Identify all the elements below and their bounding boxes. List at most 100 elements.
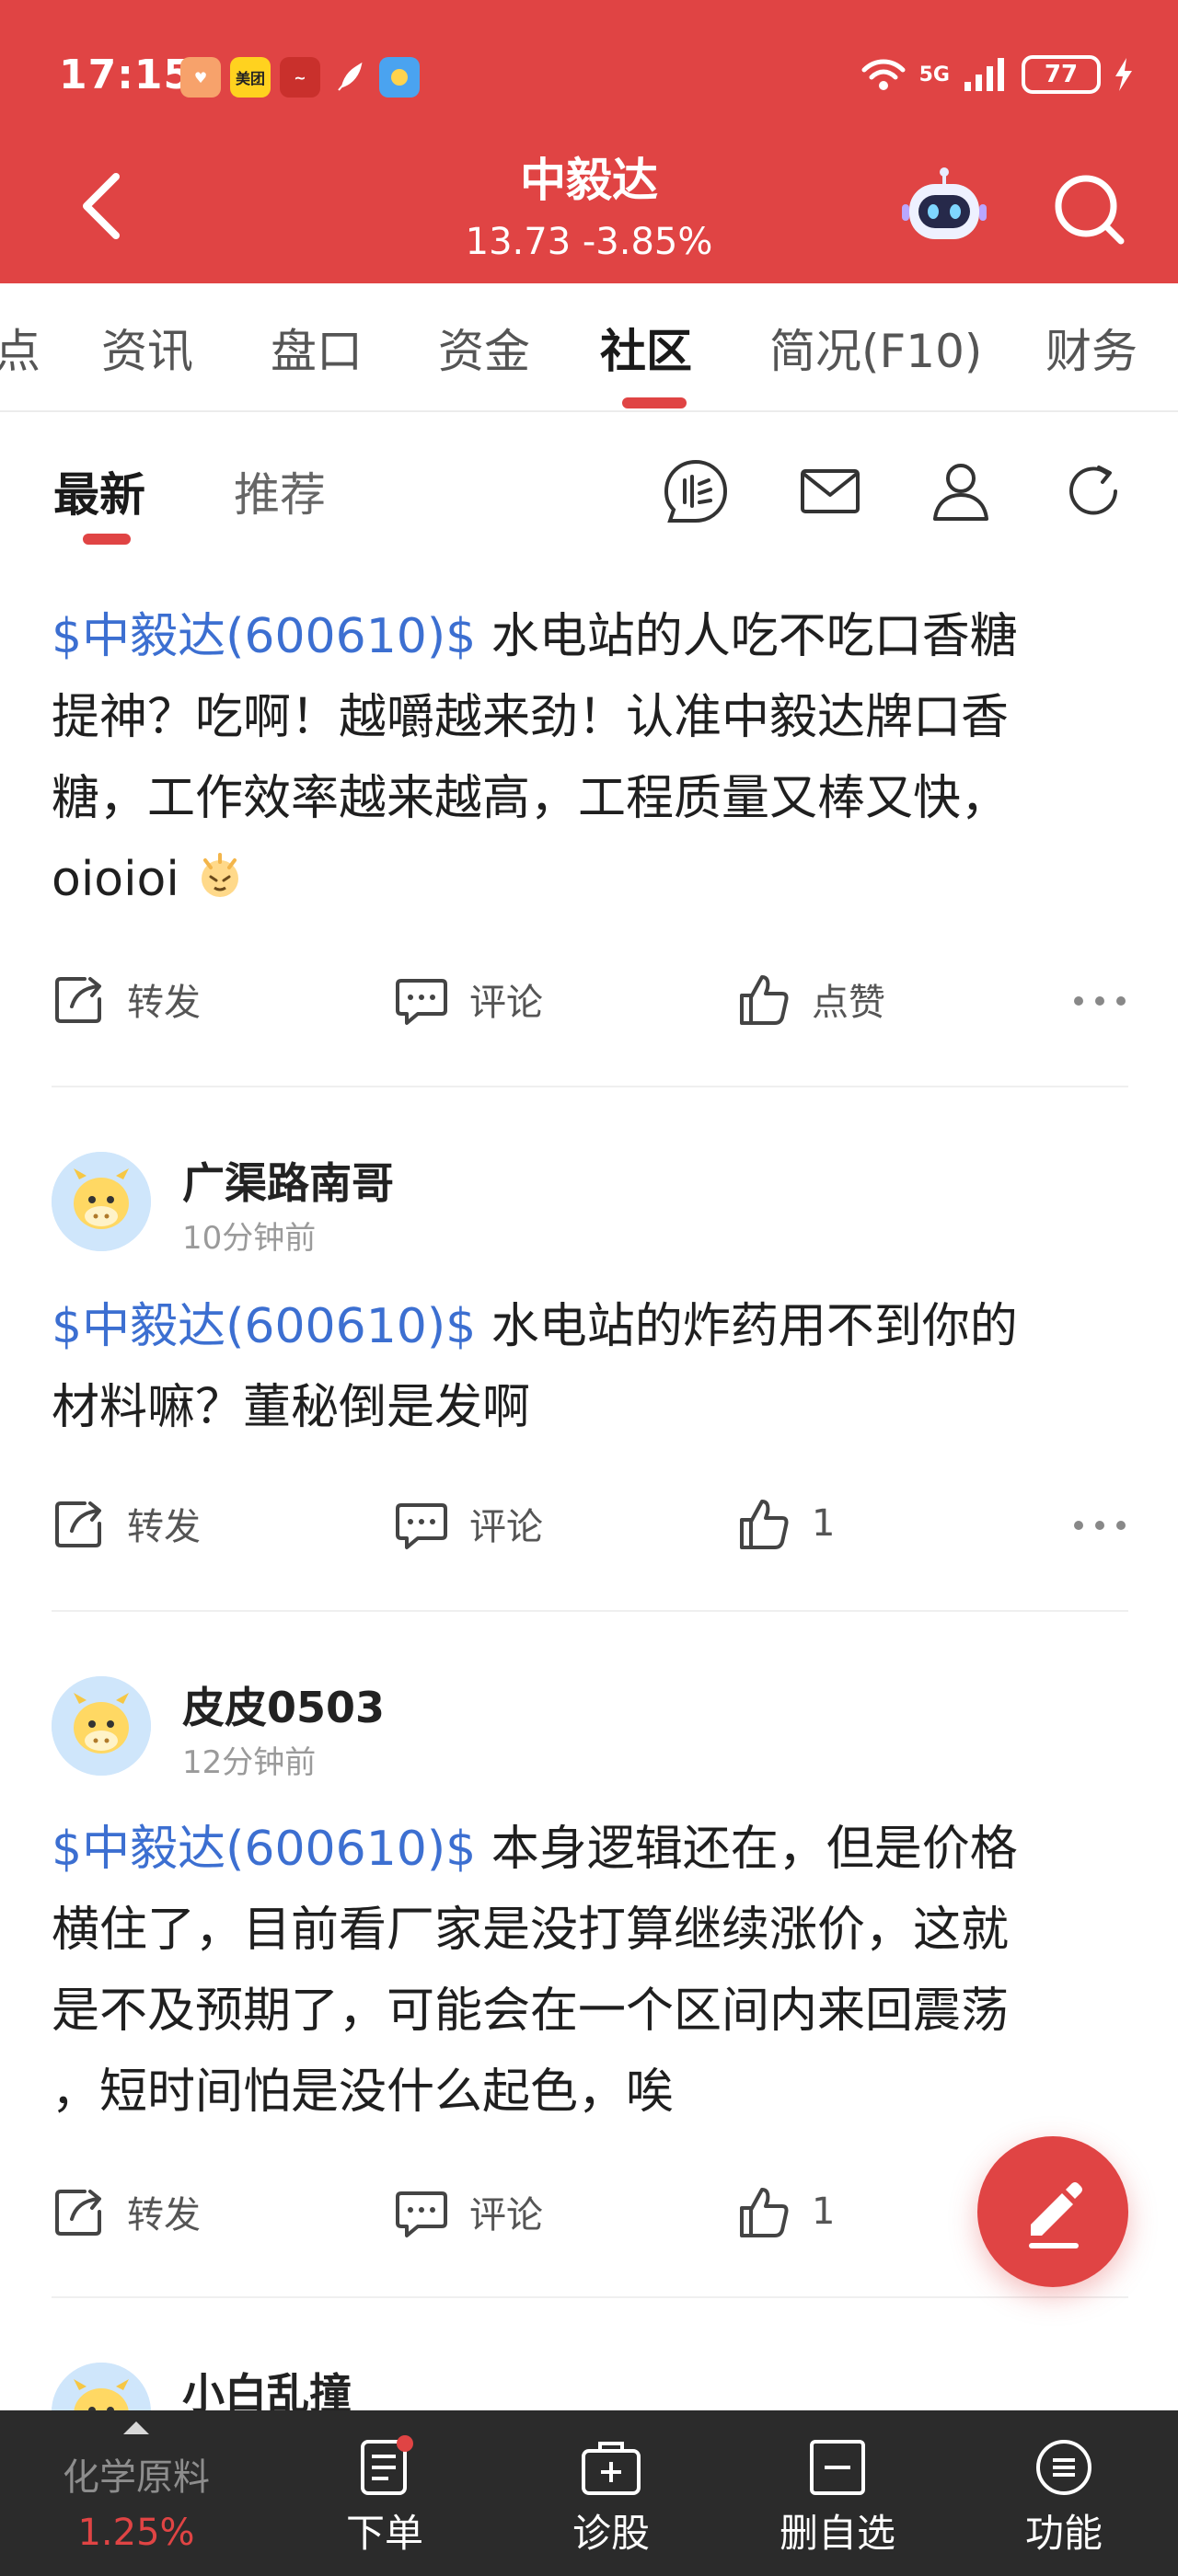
emoji-icon [202,853,239,897]
more-options-button[interactable] [1068,983,1132,1019]
remove-watchlist-button[interactable]: 删自选 [755,2410,920,2576]
share-icon [55,2190,101,2236]
post-line: oioioi [52,839,1128,920]
post-line: ，短时间怕是没什么起色，唉 [52,2064,675,2120]
sector-ticker[interactable]: 化学原料 1.25% [0,2410,272,2576]
status-bar: 17:15 ♥ 美团 ~ 5G 77 [0,0,1178,156]
community-logo-icon [664,459,728,523]
tab-order-book[interactable]: 盘口 [271,315,363,381]
cow-avatar-icon [52,1152,151,1251]
messages-button[interactable] [795,456,865,526]
order-icon [361,2435,413,2495]
post-line: $中毅达(600610)$ 本身逻辑还在，但是价格 [52,1822,1018,1877]
order-label: 下单 [345,2511,423,2556]
share-icon [55,977,101,1023]
comment-icon [396,1503,447,1549]
comment-button[interactable]: 评论 [394,1496,543,1551]
stock-mention-link[interactable]: $中毅达(600610)$ [52,609,476,664]
diagnose-label: 诊股 [572,2511,650,2556]
pencil-icon [1029,2182,1082,2248]
comment-button[interactable]: 评论 [394,972,543,1027]
stock-name: 中毅达 [520,154,658,207]
write-post-button[interactable] [977,2136,1128,2287]
more-icon [1074,996,1126,1006]
robot-icon [902,167,987,239]
diagnose-icon [582,2442,641,2495]
more-options-button[interactable] [1068,1507,1132,1544]
my-profile-button[interactable] [926,456,996,526]
sector-change: 1.25% [77,2512,195,2554]
diagnose-button[interactable]: 诊股 [528,2410,694,2576]
thumbs-up-icon [740,975,789,1025]
author-name[interactable]: 广渠路南哥 [182,1150,394,1211]
menu-label: 功能 [1024,2511,1103,2556]
post-content[interactable]: $中毅达(600610)$ 水电站的炸药用不到你的 材料嘛？董秘倒是发啊 [52,1286,1128,1448]
tab-profile-f10[interactable]: 简况(F10) [769,315,982,381]
tab-financials[interactable]: 财务 [1045,315,1138,381]
ai-assistant-button[interactable] [898,162,990,254]
like-button[interactable]: 1 [736,2184,835,2239]
weather-icon [379,57,420,98]
tab-community[interactable]: 社区 [600,315,692,381]
refresh-button[interactable] [1058,456,1128,526]
tab-funds[interactable]: 资金 [438,315,530,381]
meituan-icon: 美团 [230,57,271,98]
comment-button[interactable]: 评论 [394,2184,543,2239]
caret-up-icon [123,2421,149,2434]
stock-detail-tabs: 点 资讯 盘口 资金 社区 简况(F10) 财务 [0,283,1178,412]
repost-button[interactable]: 转发 [52,2184,201,2239]
remove-watchlist-icon [810,2440,865,2495]
author-name[interactable]: 皮皮0503 [182,1674,385,1735]
refresh-icon [1069,466,1117,515]
stock-mention-link[interactable]: $中毅达(600610)$ [52,1299,476,1354]
thumbs-up-icon [740,2188,789,2237]
active-tab-indicator [622,397,687,408]
post-line: 提神？吃啊！越嚼越来劲！认准中毅达牌口香 [52,690,1010,745]
header-bar: 17:15 ♥ 美团 ~ 5G 77 中毅达 13.73 -3.85% [0,0,1178,283]
subtab-recommended[interactable]: 推荐 [234,458,326,524]
bottom-toolbar: 化学原料 1.25% 下单 诊股 删自选 功能 [0,2410,1178,2576]
search-icon [1055,175,1125,245]
post-time: 10分钟前 [182,1220,317,1257]
post-line: $中毅达(600610)$ 水电站的炸药用不到你的 [52,1299,1018,1354]
notification-icons: ♥ 美团 ~ [180,57,420,98]
post-line: 是不及预期了，可能会在一个区间内来回震荡 [52,1984,1010,2039]
thumbs-up-icon [740,1500,789,1549]
post-divider [52,2296,1128,2298]
stock-app-icon: ~ [280,57,320,98]
remove-watchlist-label: 删自选 [779,2511,895,2556]
tab-partial[interactable]: 点 [0,315,40,381]
repost-button[interactable]: 转发 [52,972,201,1027]
post-content[interactable]: $中毅达(600610)$ 水电站的人吃不吃口香糖 提神？吃啊！越嚼越来劲！认准… [52,596,1128,920]
post-line: 材料嘛？董秘倒是发啊 [52,1380,531,1435]
share-icon [55,1501,101,1547]
sector-name: 化学原料 [63,2456,210,2499]
cow-avatar-icon [52,1676,151,1776]
order-button[interactable]: 下单 [302,2410,468,2576]
wifi-icon [861,59,906,90]
tab-news[interactable]: 资讯 [101,315,193,381]
post-line: $中毅达(600610)$ 水电站的人吃不吃口香糖 [52,609,1018,664]
like-button[interactable]: 点赞 [736,972,885,1027]
post-divider [52,1610,1128,1612]
status-time: 17:15 [59,52,193,98]
subtab-latest[interactable]: 最新 [53,458,145,524]
repost-button[interactable]: 转发 [52,1496,201,1551]
menu-icon [1036,2440,1091,2495]
stock-quote: 13.73 -3.85% [465,221,713,263]
search-button[interactable] [1045,166,1134,254]
app-heart-icon: ♥ [180,57,221,98]
charging-icon [1115,58,1132,91]
stock-mention-link[interactable]: $中毅达(600610)$ [52,1822,476,1877]
network-type: 5G [918,63,950,86]
community-logo-button[interactable] [661,456,731,526]
like-button[interactable]: 1 [736,1496,835,1551]
menu-button[interactable]: 功能 [981,2410,1147,2576]
system-icons: 5G 77 [860,55,1134,94]
avatar[interactable] [52,1152,151,1251]
post-time: 12分钟前 [182,1744,317,1781]
post-content[interactable]: $中毅达(600610)$ 本身逻辑还在，但是价格 横住了，目前看厂家是没打算继… [52,1809,1128,2133]
like-count: 1 [812,2191,836,2233]
avatar[interactable] [52,1676,151,1776]
community-subtabs: 最新 推荐 [0,414,1178,552]
